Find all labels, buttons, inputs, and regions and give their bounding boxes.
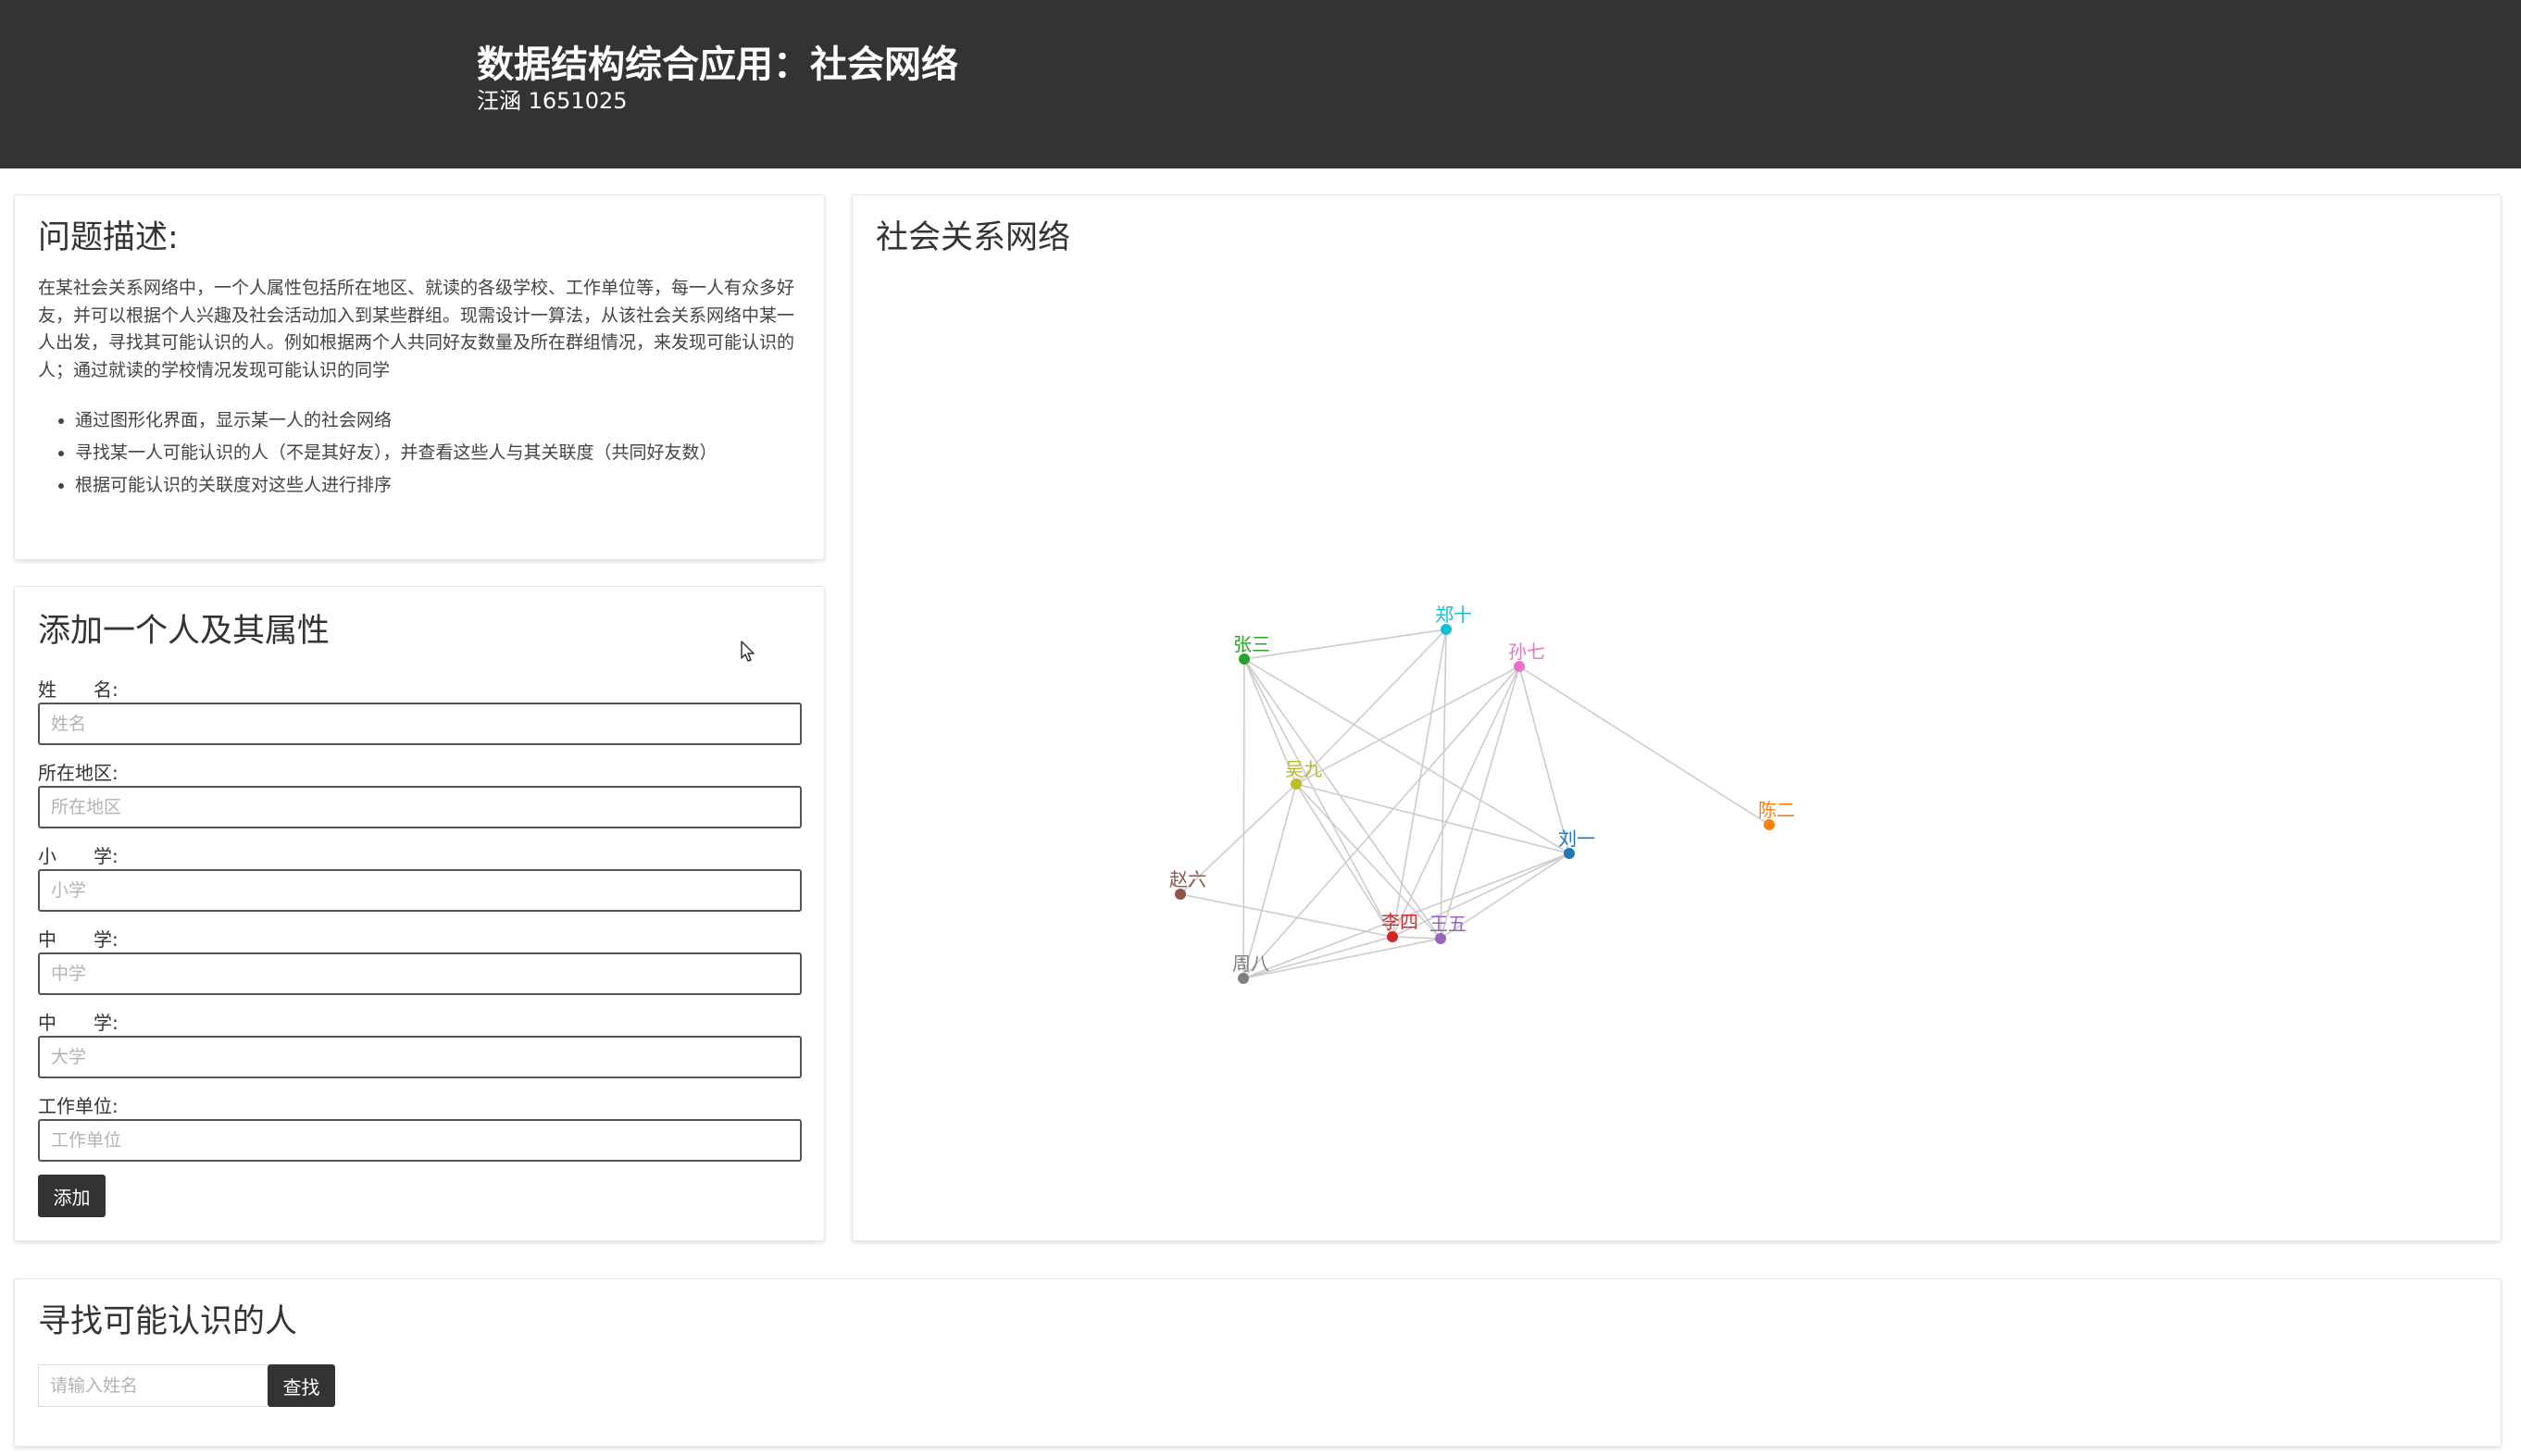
workplace-label: 工作单位:: [38, 1095, 119, 1117]
search-input[interactable]: [38, 1364, 268, 1407]
primary-school-input[interactable]: [38, 869, 802, 912]
add-person-heading: 添加一个人及其属性: [38, 613, 331, 650]
search-button[interactable]: 查找: [268, 1364, 335, 1407]
node-label: 刘一: [1558, 828, 1595, 850]
node-label: 赵六: [1169, 868, 1206, 890]
node-label: 李四: [1381, 911, 1418, 933]
university-input[interactable]: [38, 1036, 802, 1078]
requirement-list: 通过图形化界面，显示某一人的社会网络 寻找某一人可能认识的人（不是其好友），并查…: [38, 404, 806, 502]
graph-edge: [1295, 666, 1520, 785]
add-button[interactable]: 添加: [38, 1175, 106, 1217]
primary-school-label: 小 学:: [38, 845, 119, 867]
description-card: 问题描述: 在某社会关系网络中，一个人属性包括所在地区、就读的各级学校、工作单位…: [14, 194, 825, 560]
graph-edge: [1295, 783, 1570, 854]
graph-node-zhouba[interactable]: 周八: [1232, 952, 1269, 984]
middle-school-input[interactable]: [38, 952, 802, 995]
list-item: 寻找某一人可能认识的人（不是其好友），并查看这些人与其关联度（共同好友数）: [75, 437, 806, 469]
page-header: 数据结构综合应用：社会网络 汪涵 1651025: [0, 0, 2521, 168]
graph-node-chener[interactable]: 陈二: [1758, 799, 1795, 830]
graph-edge: [1295, 783, 1441, 940]
description-text: 在某社会关系网络中，一个人属性包括所在地区、就读的各级学校、工作单位等，每一人有…: [38, 278, 795, 380]
page-title: 数据结构综合应用：社会网络: [477, 44, 958, 86]
graph-edge: [1392, 852, 1570, 938]
graph-edge: [1518, 666, 1570, 854]
workplace-input[interactable]: [38, 1119, 802, 1162]
node-label: 孙七: [1508, 641, 1545, 663]
node-label: 王五: [1429, 913, 1466, 935]
graph-node-zhangsan[interactable]: 张三: [1233, 633, 1270, 665]
name-label: 姓 名:: [38, 678, 119, 701]
region-input[interactable]: [38, 786, 802, 828]
node-label: 郑十: [1435, 604, 1472, 626]
university-label: 中 学:: [38, 1012, 119, 1034]
name-input[interactable]: [38, 703, 802, 745]
social-network-graph[interactable]: 张三 郑十孙七吴九刘一 陈二赵六李四 王五周八: [853, 195, 2501, 1240]
edges-layer: [1179, 628, 1770, 979]
node-label: 张三: [1233, 633, 1270, 655]
graph-edge: [1440, 628, 1447, 940]
author-info: 汪涵 1651025: [477, 88, 628, 114]
graph-edge: [1518, 666, 1770, 826]
add-person-card: 添加一个人及其属性 姓 名: 所在地区: 小 学: 中 学: 中 学: 工作单位…: [14, 586, 825, 1241]
search-card: 寻找可能认识的人 查找: [14, 1278, 2502, 1447]
graph-node-sunqi[interactable]: 孙七: [1508, 641, 1545, 672]
network-card: 社会关系网络 张三 郑十 孙七 吴九 刘一 陈二 赵六 李四 王五 周八: [852, 194, 2502, 1241]
region-label: 所在地区:: [38, 762, 119, 784]
description-heading: 问题描述:: [38, 219, 179, 256]
search-heading: 寻找可能认识的人: [38, 1303, 298, 1340]
mouse-cursor-icon: [741, 641, 755, 662]
graph-node-wujiu[interactable]: 吴九: [1285, 758, 1322, 790]
list-item: 根据可能认识的关联度对这些人进行排序: [75, 469, 806, 502]
node-label: 吴九: [1285, 758, 1322, 780]
list-item: 通过图形化界面，显示某一人的社会网络: [75, 404, 806, 437]
graph-node-liuyi[interactable]: 刘一: [1558, 828, 1595, 859]
node-label: 陈二: [1758, 799, 1795, 821]
graph-edge: [1242, 658, 1245, 979]
graph-edge: [1243, 658, 1570, 854]
graph-edge: [1243, 628, 1447, 660]
graph-edge: [1295, 783, 1393, 938]
node-label: 周八: [1232, 952, 1269, 975]
middle-school-label: 中 学:: [38, 928, 119, 951]
graph-edge: [1392, 936, 1441, 940]
